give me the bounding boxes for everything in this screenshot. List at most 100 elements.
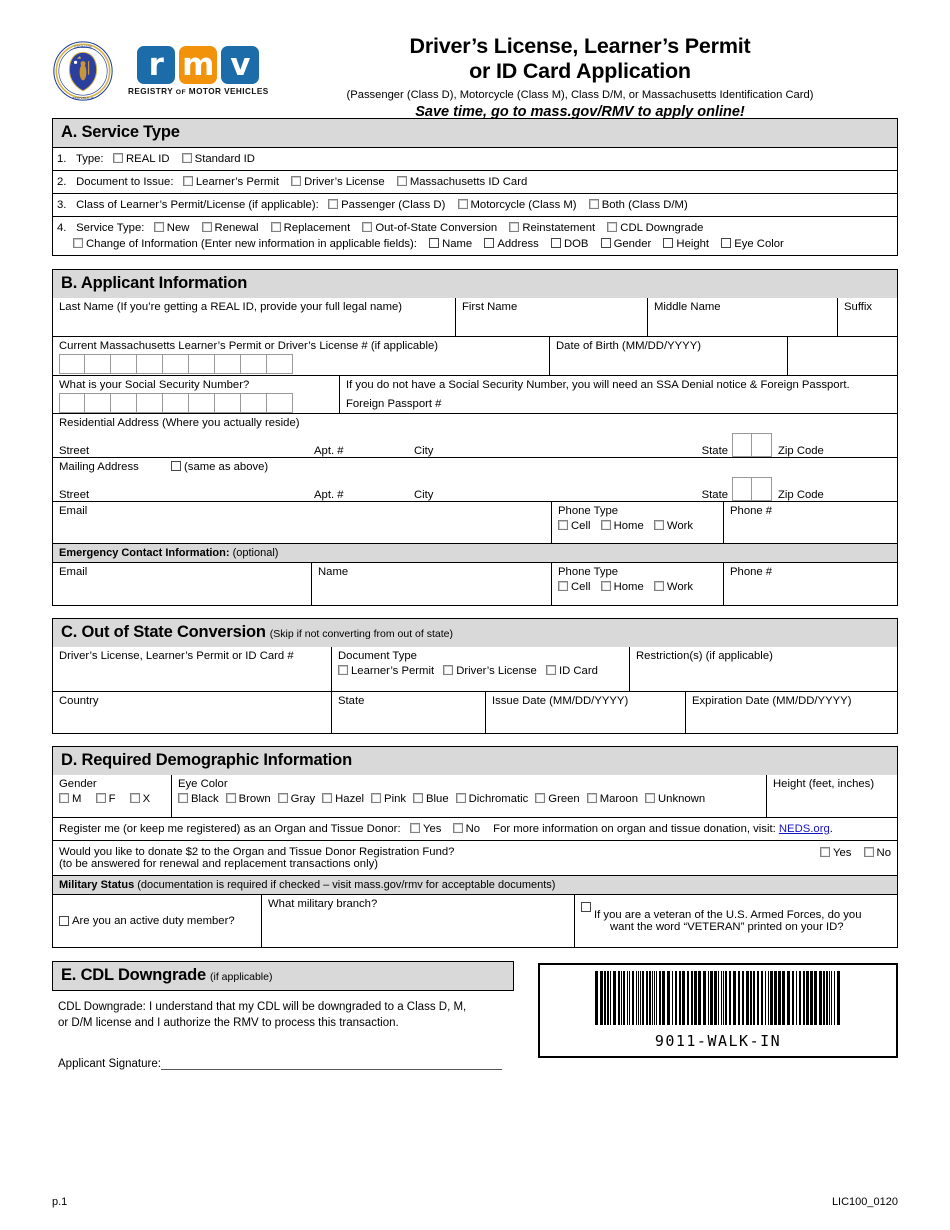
checkbox-new[interactable]: New (153, 222, 189, 234)
checkbox-renewal[interactable]: Renewal (201, 222, 259, 234)
checkbox-icon[interactable] (410, 823, 420, 833)
mailing-state-boxes[interactable] (732, 477, 772, 501)
checkbox-replacement[interactable]: Replacement (270, 222, 350, 234)
checkbox-phone-home[interactable]: Home (600, 520, 644, 532)
field-emergency-phone-number[interactable]: Phone # (723, 563, 897, 605)
checkbox-gender-m[interactable]: M (59, 793, 81, 805)
checkbox-icon[interactable] (484, 238, 495, 248)
checkbox-class-dm[interactable]: Both (Class D/M) (588, 199, 688, 211)
checkbox-icon[interactable] (581, 902, 591, 912)
checkbox-eye-brown[interactable]: Brown (225, 793, 271, 805)
checkbox-mass-id-card[interactable]: Massachusetts ID Card (396, 176, 527, 188)
checkbox-change-name[interactable]: Name (429, 238, 472, 250)
checkbox-icon[interactable] (59, 793, 69, 803)
checkbox-icon[interactable] (653, 581, 664, 591)
checkbox-icon[interactable] (59, 916, 69, 926)
checkbox-eye-hazel[interactable]: Hazel (322, 793, 364, 805)
checkbox-icon[interactable] (721, 238, 732, 248)
field-height[interactable]: Height (feet, inches) (766, 775, 897, 817)
checkbox-icon[interactable] (396, 176, 407, 186)
field-license-number[interactable]: Current Massachusetts Learner’s Permit o… (53, 337, 549, 375)
checkbox-real-id[interactable]: REAL ID (113, 153, 170, 165)
checkbox-eye-black[interactable]: Black (178, 793, 219, 805)
checkbox-icon[interactable] (129, 793, 140, 803)
checkbox-oos-id-card[interactable]: ID Card (545, 665, 598, 677)
checkbox-icon[interactable] (181, 153, 192, 163)
checkbox-icon[interactable] (328, 199, 339, 209)
checkbox-icon[interactable] (588, 199, 599, 209)
field-apt[interactable]: Apt. # (314, 445, 414, 457)
checkbox-icon[interactable] (863, 847, 874, 857)
checkbox-standard-id[interactable]: Standard ID (181, 153, 255, 165)
checkbox-icon[interactable] (509, 222, 520, 232)
checkbox-change-height[interactable]: Height (663, 238, 709, 250)
checkbox-eye-green[interactable]: Green (535, 793, 580, 805)
checkbox-icon[interactable] (95, 793, 106, 803)
neds-org-link[interactable]: NEDS.org (779, 823, 830, 835)
checkbox-eye-unknown[interactable]: Unknown (645, 793, 705, 805)
checkbox-icon[interactable] (113, 153, 123, 163)
checkbox-icon[interactable] (153, 222, 164, 232)
field-oos-document-number[interactable]: Driver’s License, Learner’s Permit or ID… (53, 647, 331, 691)
checkbox-change-eye-color[interactable]: Eye Color (721, 238, 784, 250)
license-number-boxes[interactable] (59, 354, 543, 374)
checkbox-emergency-phone-home[interactable]: Home (600, 581, 644, 593)
field-emergency-name[interactable]: Name (311, 563, 551, 605)
checkbox-icon[interactable] (452, 823, 463, 833)
checkbox-emergency-phone-cell[interactable]: Cell (558, 581, 590, 593)
field-email[interactable]: Email (53, 502, 551, 543)
checkbox-icon[interactable] (550, 238, 561, 248)
checkbox-icon[interactable] (225, 793, 236, 803)
field-oos-expiration-date[interactable]: Expiration Date (MM/DD/YYYY) (685, 692, 897, 733)
checkbox-phone-cell[interactable]: Cell (558, 520, 590, 532)
checkbox-eye-maroon[interactable]: Maroon (586, 793, 638, 805)
checkbox-icon[interactable] (413, 793, 424, 803)
checkbox-icon[interactable] (371, 793, 382, 803)
checkbox-icon[interactable] (270, 222, 281, 232)
checkbox-icon[interactable] (653, 520, 664, 530)
checkbox-icon[interactable] (645, 793, 655, 803)
checkbox-icon[interactable] (322, 793, 333, 803)
checkbox-icon[interactable] (443, 665, 454, 675)
field-oos-country[interactable]: Country (53, 692, 331, 733)
field-mailing-street[interactable]: Street (59, 489, 314, 501)
checkbox-active-duty[interactable]: Are you an active duty member? (53, 895, 261, 947)
state-boxes[interactable] (732, 433, 772, 457)
field-ssn[interactable]: What is your Social Security Number? (53, 376, 339, 413)
checkbox-drivers-license[interactable]: Driver’s License (291, 176, 385, 188)
field-mailing-zip[interactable]: Zip Code (778, 489, 824, 501)
checkbox-veteran-designation[interactable]: If you are a veteran of the U.S. Armed F… (574, 895, 897, 947)
field-phone-number[interactable]: Phone # (723, 502, 897, 543)
checkbox-gender-f[interactable]: F (95, 793, 115, 805)
ssn-boxes[interactable] (59, 393, 333, 413)
field-foreign-passport[interactable]: Foreign Passport # (340, 394, 897, 413)
field-mailing-apt[interactable]: Apt. # (314, 489, 414, 501)
checkbox-icon[interactable] (457, 199, 468, 209)
checkbox-icon[interactable] (600, 520, 611, 530)
field-suffix[interactable]: Suffix (837, 298, 897, 336)
field-street[interactable]: Street (59, 445, 314, 457)
checkbox-cdl-downgrade[interactable]: CDL Downgrade (607, 222, 703, 234)
checkbox-icon[interactable] (338, 665, 348, 675)
checkbox-icon[interactable] (291, 176, 302, 186)
checkbox-icon[interactable] (277, 793, 288, 803)
checkbox-gender-x[interactable]: X (129, 793, 150, 805)
checkbox-emergency-phone-work[interactable]: Work (653, 581, 693, 593)
field-middle-name[interactable]: Middle Name (647, 298, 837, 336)
checkbox-organ-yes[interactable]: Yes (410, 823, 441, 835)
checkbox-icon[interactable] (558, 520, 568, 530)
field-city[interactable]: City (414, 445, 694, 457)
checkbox-icon[interactable] (545, 665, 556, 675)
field-date-of-birth[interactable]: Date of Birth (MM/DD/YYYY) (549, 337, 787, 375)
checkbox-icon[interactable] (178, 793, 188, 803)
checkbox-organ-no[interactable]: No (452, 823, 480, 835)
field-oos-issue-date[interactable]: Issue Date (MM/DD/YYYY) (485, 692, 685, 733)
checkbox-icon[interactable] (455, 793, 466, 803)
field-last-name[interactable]: Last Name (If you’re getting a REAL ID, … (53, 298, 455, 336)
checkbox-icon[interactable] (362, 222, 373, 232)
checkbox-oos-learners-permit[interactable]: Learner’s Permit (338, 665, 434, 677)
checkbox-eye-blue[interactable]: Blue (413, 793, 449, 805)
checkbox-change-address[interactable]: Address (484, 238, 539, 250)
checkbox-donate-no[interactable]: No (863, 847, 891, 859)
checkbox-class-m[interactable]: Motorcycle (Class M) (457, 199, 577, 211)
